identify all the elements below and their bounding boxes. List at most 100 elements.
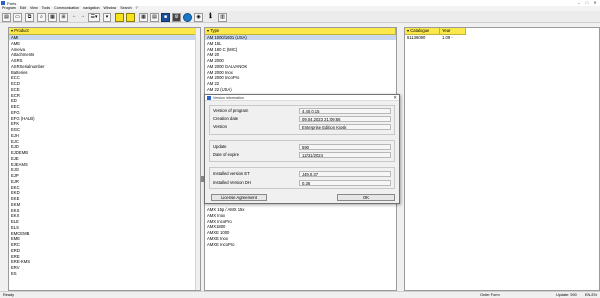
globe-icon[interactable] <box>183 12 192 22</box>
list-item[interactable]: EJC <box>9 139 196 144</box>
list-item[interactable]: EGC <box>9 127 196 132</box>
list-item[interactable]: AME <box>9 41 196 46</box>
version-field: Enterprise Edition Kiosk <box>299 124 391 130</box>
list-item[interactable]: AM 180 C (MIC) <box>205 47 396 52</box>
list-item[interactable]: EEC <box>9 104 196 109</box>
list-item[interactable]: ELE <box>9 219 196 224</box>
settings-icon[interactable]: ⚙ <box>172 12 181 22</box>
preview-icon[interactable]: ▭ <box>13 12 22 22</box>
status-language: EN-EN <box>585 293 597 297</box>
table-icon[interactable]: ▤ <box>150 12 159 22</box>
list-item[interactable]: AM 22 <box>205 81 396 86</box>
filter-icon[interactable]: ▾ <box>103 12 111 22</box>
list-item[interactable]: AMI <box>9 35 196 41</box>
list-item[interactable]: EJD <box>9 144 196 149</box>
list-item[interactable]: EJE <box>9 156 196 161</box>
order-icon[interactable] <box>126 12 135 22</box>
list-item[interactable]: EJEAMS <box>9 162 196 167</box>
list-item[interactable]: AM 2000 IncoPro <box>205 75 396 80</box>
user-icon[interactable]: ◉ <box>194 12 203 22</box>
list-item[interactable]: EKX <box>9 213 196 218</box>
back-arrow-icon[interactable]: ← <box>72 13 77 22</box>
list-item[interactable]: ERV <box>9 265 196 270</box>
version-label: Version <box>213 124 227 129</box>
list-item[interactable]: AMX 15p / AMX 15x <box>205 207 396 212</box>
forward-arrow-icon[interactable]: → <box>80 13 85 22</box>
list-item[interactable]: Batteries <box>9 70 196 75</box>
list-item[interactable]: ERD <box>9 248 196 253</box>
list-item[interactable]: AMXE IncoPro <box>205 242 396 247</box>
list-item[interactable]: EJDEMB <box>9 150 196 155</box>
list-item[interactable]: ASRS <box>9 58 196 63</box>
table-row[interactable]: 51136090 <box>405 35 440 40</box>
list-item[interactable]: EMCEMB <box>9 231 196 236</box>
list-item[interactable]: ERE <box>9 254 196 259</box>
list-item[interactable]: EFK <box>9 121 196 126</box>
cart-icon[interactable] <box>115 12 124 22</box>
type-header-label: Type <box>210 28 220 33</box>
search-icon[interactable]: ⌕ <box>37 12 46 22</box>
list-item[interactable]: AMXE 1000 <box>205 230 396 235</box>
year-column-header[interactable]: Year <box>440 28 466 35</box>
copy-icon[interactable]: ⧉ <box>25 12 34 22</box>
list-item[interactable]: EME <box>9 236 196 241</box>
list-item[interactable]: ASRSerialnumber <box>9 64 196 69</box>
list-item[interactable]: EFG <box>9 110 196 115</box>
list-item[interactable]: EJH <box>9 133 196 138</box>
list-item[interactable]: ECE <box>9 87 196 92</box>
list-item[interactable]: EJP <box>9 173 196 178</box>
document-icon[interactable]: ▥ <box>218 12 227 22</box>
list-item[interactable]: EKS <box>9 208 196 213</box>
list-item[interactable]: AM 22 (USA) <box>205 87 396 92</box>
ok-button[interactable]: OK <box>337 194 395 201</box>
list-item[interactable]: ECD <box>9 81 196 86</box>
list-item[interactable]: EKM <box>9 202 196 207</box>
product-scrollbar[interactable] <box>195 28 200 290</box>
grid-icon[interactable]: ▦ <box>139 12 148 22</box>
list-item[interactable]: AM 20 <box>205 52 396 57</box>
list-item[interactable]: AM 15L <box>205 41 396 46</box>
list-item[interactable]: EKC <box>9 185 196 190</box>
list-item[interactable]: ERC <box>9 242 196 247</box>
installed-version-et-field: J49.0.37 <box>299 171 391 177</box>
list-item[interactable]: AM 2000 GALVANOK <box>205 64 396 69</box>
list-item[interactable]: EKD <box>9 190 196 195</box>
product-column-header[interactable]: ▾ Product <box>9 28 196 35</box>
list-item[interactable]: EJG <box>9 167 196 172</box>
catalogue-column-header[interactable]: ▾ Catalogue <box>405 28 440 35</box>
expand-icon[interactable]: ⊞ <box>59 12 68 22</box>
list-item[interactable]: AMX Inox <box>205 213 396 218</box>
list-item[interactable]: ECC <box>9 75 196 80</box>
app-icon <box>1 1 5 5</box>
type-column-header[interactable]: ▾ Type <box>205 28 396 35</box>
list-item[interactable]: AMXE Inox <box>205 236 396 241</box>
close-icon[interactable]: ✕ <box>393 95 397 101</box>
list-dropdown-icon[interactable]: ☰▾ <box>88 12 100 22</box>
info-icon[interactable]: ℹ <box>207 13 214 22</box>
date-of-expire-label: Date of expire <box>213 152 240 157</box>
list-item[interactable]: AM 1000/1601 (USA) <box>205 35 396 41</box>
status-bar: Ready Order Form Update: 590 EN-EN <box>0 291 600 298</box>
sort-icon: ▾ <box>11 28 14 33</box>
print-icon[interactable]: ▤ <box>2 12 11 22</box>
paste-icon[interactable]: ▦ <box>48 12 57 22</box>
list-item[interactable]: AMX IncoPro <box>205 219 396 224</box>
table-row[interactable]: 1.09 - <box>440 35 466 40</box>
license-agreement-button[interactable]: License Agreement <box>211 194 267 201</box>
list-item[interactable]: ERE-KMS <box>9 259 196 264</box>
list-item[interactable]: EJR <box>9 179 196 184</box>
book-icon[interactable]: ■ <box>161 12 170 22</box>
list-item[interactable]: AMX1800 <box>205 224 396 229</box>
list-item[interactable]: AM 2000 Inox <box>205 70 396 75</box>
list-item[interactable]: ECR <box>9 93 196 98</box>
list-item[interactable]: EFG (HALB) <box>9 116 196 121</box>
list-item[interactable]: ES <box>9 271 196 276</box>
product-panel: ▾ Product AMI AME Ameiva Attachments ASRS ASR… <box>8 27 201 291</box>
list-item[interactable]: ELS <box>9 225 196 230</box>
list-item[interactable]: Attachments <box>9 52 196 57</box>
list-item[interactable]: AM 2000 <box>205 58 396 63</box>
list-item[interactable]: ED <box>9 98 196 103</box>
status-order-form: Order Form <box>480 293 500 297</box>
list-item[interactable]: Ameiva <box>9 47 196 52</box>
list-item[interactable]: EKE <box>9 196 196 201</box>
